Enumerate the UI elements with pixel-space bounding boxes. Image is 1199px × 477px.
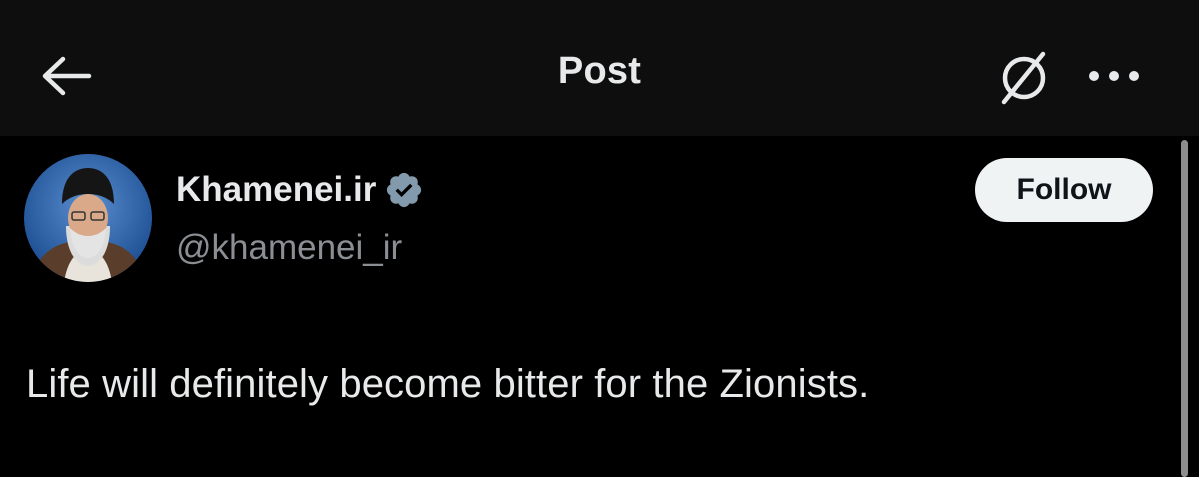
author-handle[interactable]: @khamenei_ir	[176, 228, 402, 268]
author-display-name[interactable]: Khamenei.ir	[176, 170, 424, 210]
grok-button[interactable]	[992, 46, 1056, 110]
avatar[interactable]	[24, 154, 152, 282]
follow-button[interactable]: Follow	[975, 158, 1153, 222]
top-navigation-bar: Post	[0, 0, 1199, 136]
verified-badge-icon	[387, 172, 422, 208]
scrollbar[interactable]	[1181, 140, 1188, 477]
more-dots-icon	[1089, 71, 1139, 81]
grok-slash-icon	[1001, 51, 1046, 105]
post-text: Life will definitely become bitter for t…	[26, 362, 870, 406]
avatar-image	[24, 154, 152, 282]
author-name-text: Khamenei.ir	[176, 170, 377, 209]
more-options-button[interactable]	[1082, 56, 1146, 96]
